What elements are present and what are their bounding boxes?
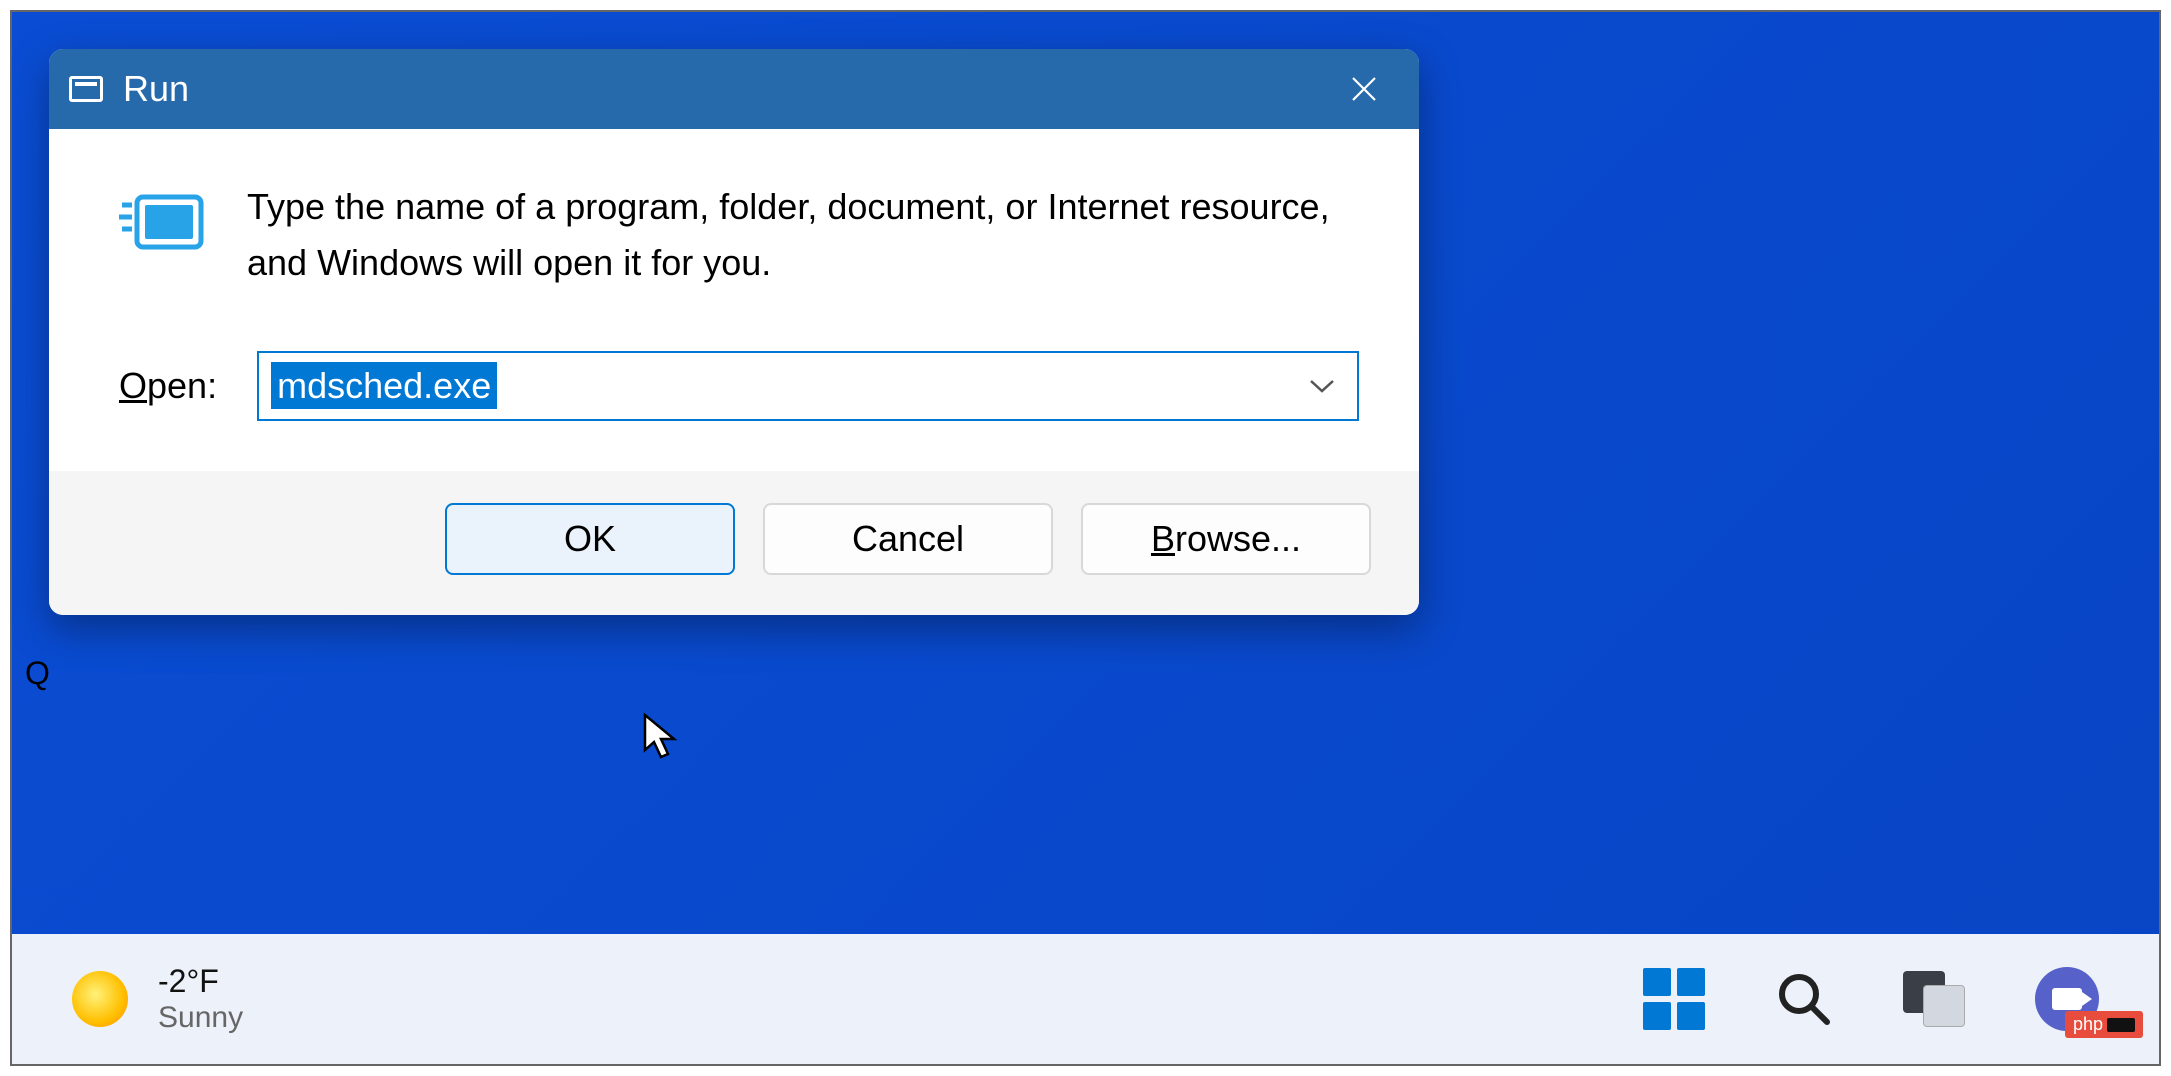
weather-widget[interactable]: -2°F Sunny — [72, 962, 243, 1036]
desktop-background: Q Run Type the name of a — [10, 10, 2161, 1066]
sun-icon — [72, 971, 128, 1027]
close-icon — [1350, 75, 1378, 103]
ok-button[interactable]: OK — [445, 503, 735, 575]
button-bar: OK Cancel Browse... — [49, 471, 1419, 615]
run-app-icon — [119, 187, 207, 264]
taskbar[interactable]: -2°F Sunny — [12, 934, 2159, 1064]
cursor-icon — [642, 712, 682, 762]
watermark-badge: php — [2065, 1011, 2143, 1038]
weather-condition: Sunny — [158, 1000, 243, 1036]
desktop-partial-text: Q — [25, 655, 50, 692]
start-button[interactable] — [1643, 968, 1705, 1030]
chevron-down-icon[interactable] — [1309, 378, 1335, 394]
run-title-icon — [69, 76, 103, 102]
window-title: Run — [123, 68, 189, 110]
dialog-body: Type the name of a program, folder, docu… — [49, 129, 1419, 471]
open-combobox[interactable]: mdsched.exe — [257, 351, 1359, 421]
search-button[interactable] — [1775, 970, 1833, 1028]
open-input-value[interactable]: mdsched.exe — [271, 362, 497, 409]
dialog-description: Type the name of a program, folder, docu… — [247, 179, 1359, 291]
open-label: Open: — [119, 365, 217, 407]
browse-button[interactable]: Browse... — [1081, 503, 1371, 575]
cancel-button[interactable]: Cancel — [763, 503, 1053, 575]
run-dialog: Run Type the name of a program, folder, … — [49, 49, 1419, 615]
task-view-button[interactable] — [1903, 971, 1965, 1027]
camera-icon — [2052, 988, 2082, 1010]
temperature: -2°F — [158, 962, 243, 1000]
titlebar[interactable]: Run — [49, 49, 1419, 129]
close-button[interactable] — [1319, 49, 1409, 129]
